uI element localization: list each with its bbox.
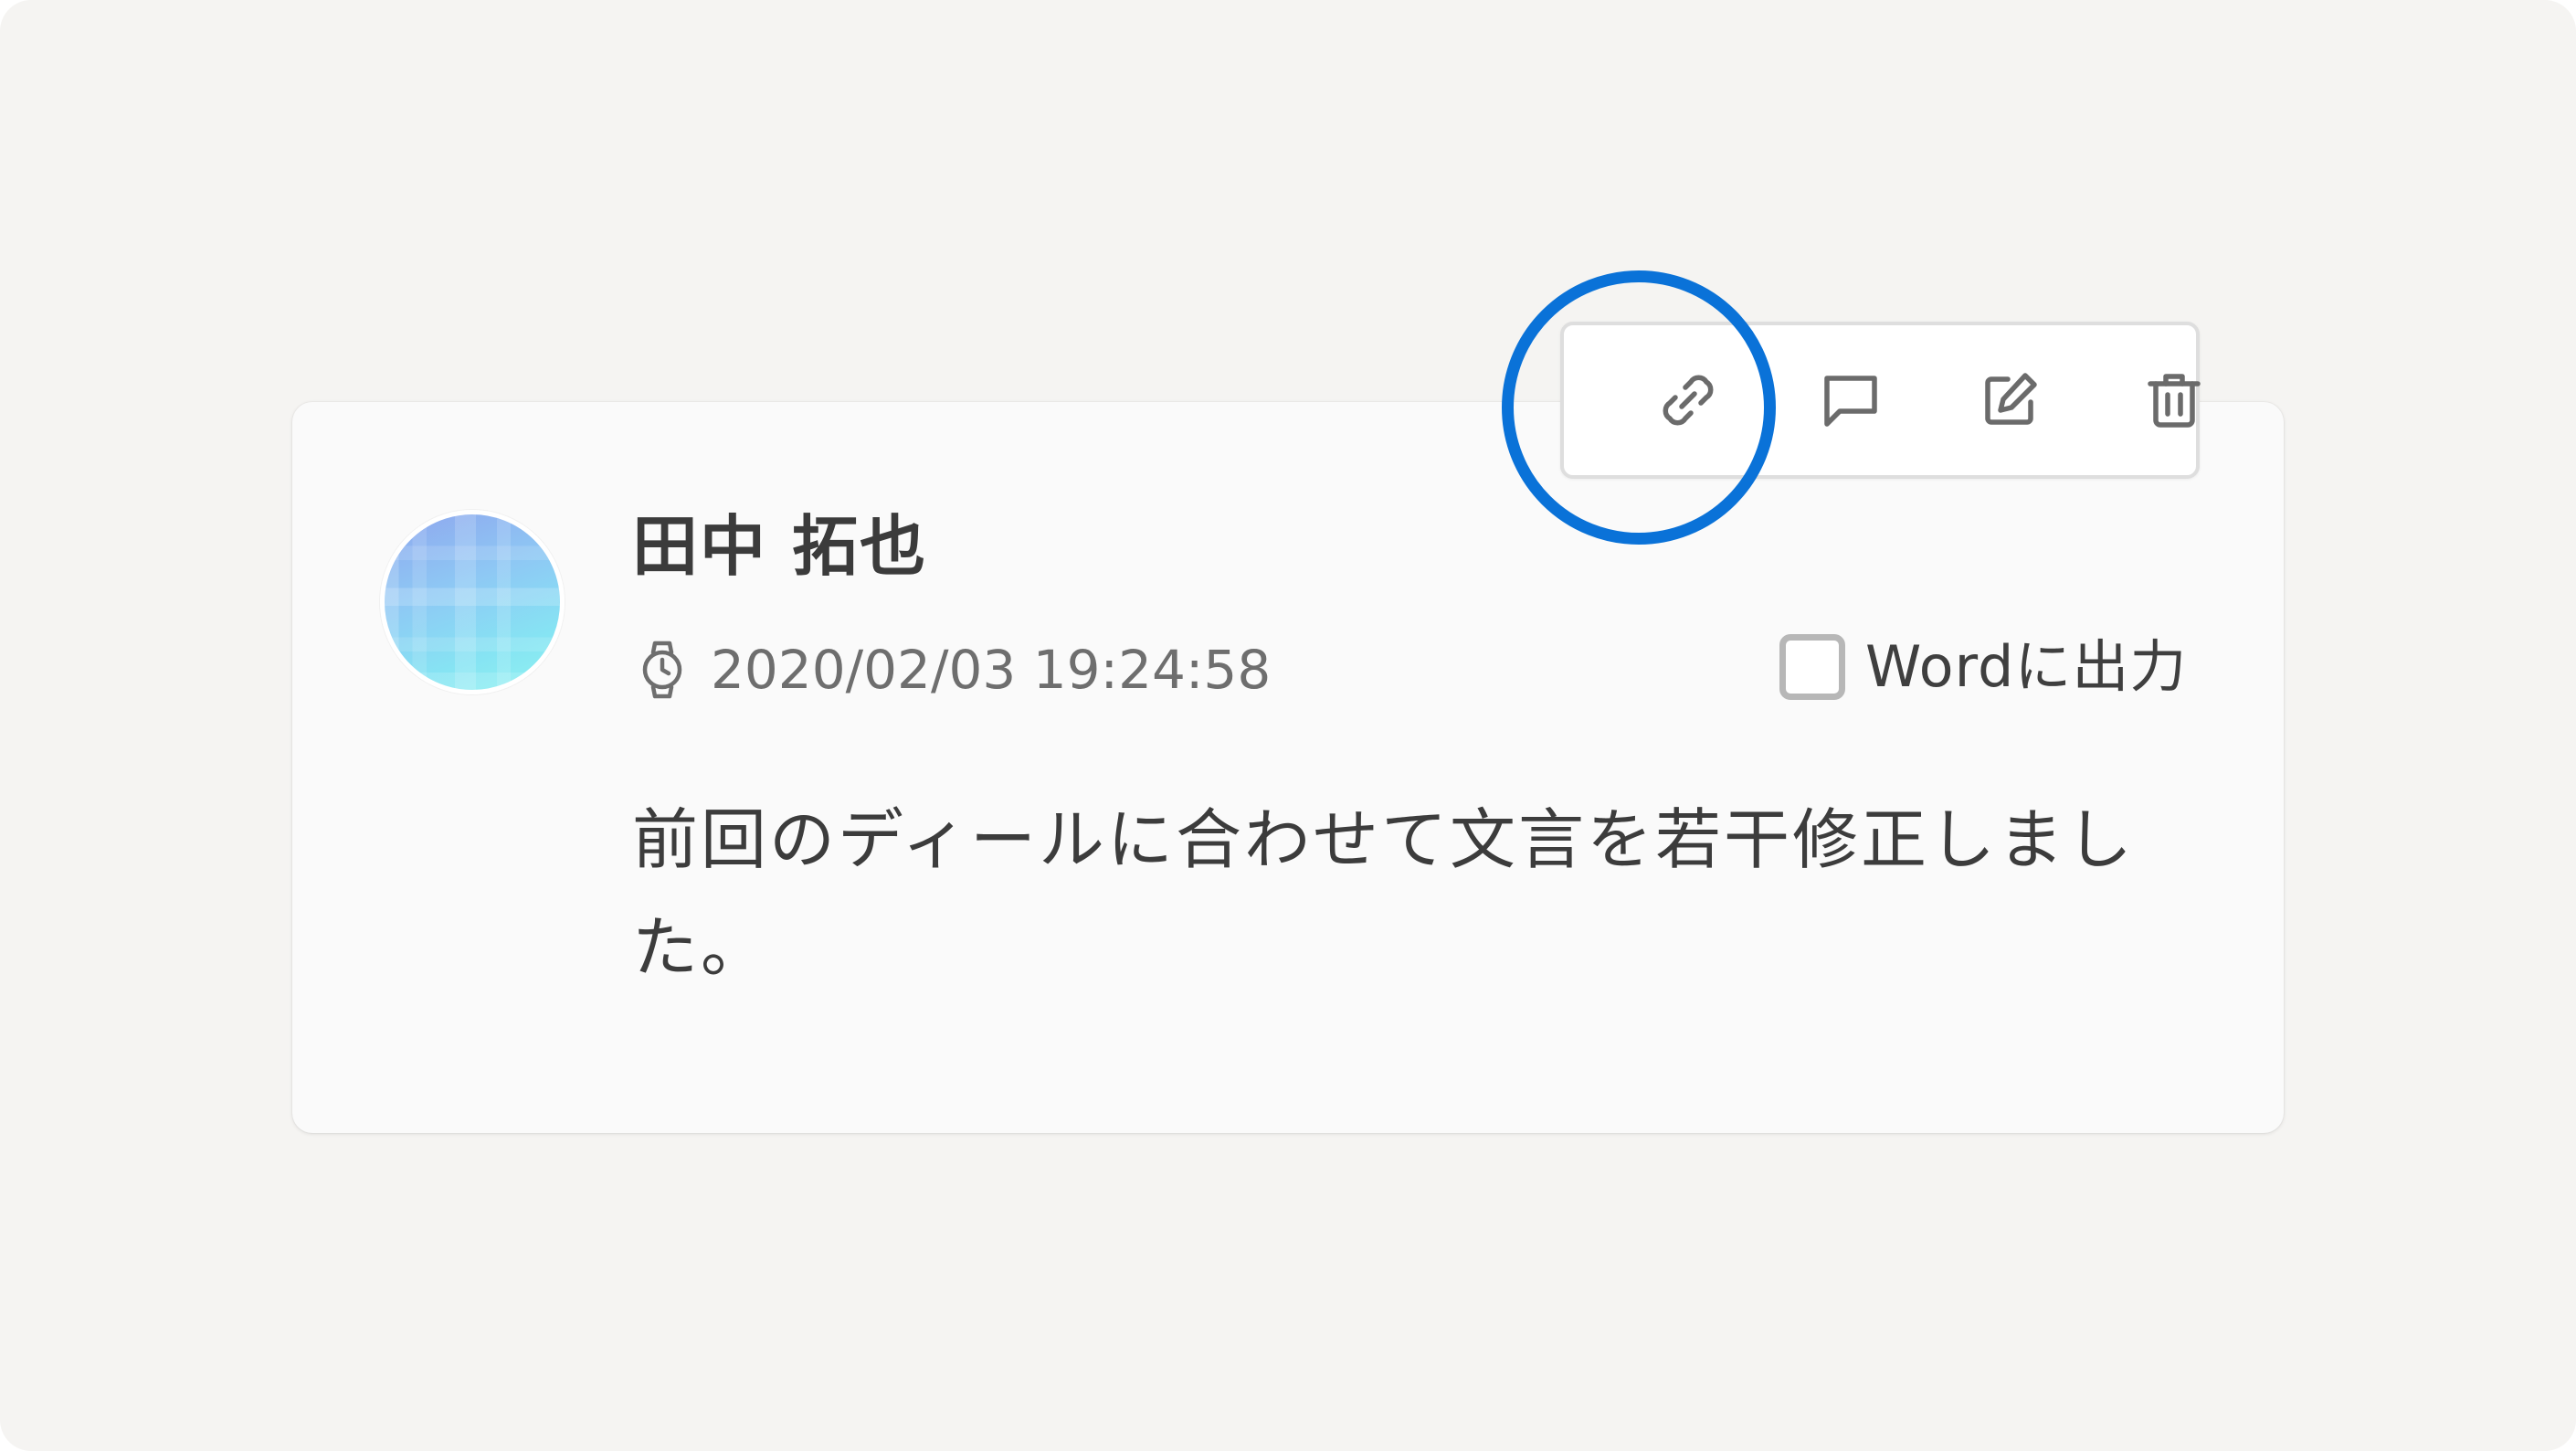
- comment-body: 前回のディールに合わせて文言を若干修正しました。: [632, 801, 2135, 986]
- watch-icon: [639, 640, 685, 700]
- link-icon: [1663, 375, 1714, 426]
- reply-icon: [1824, 376, 1877, 427]
- comment-card: 田中 拓也 2020/02/03 19:24:58 Wordに出力 前回のディー…: [292, 402, 2284, 1133]
- comment-action-toolbar: [1560, 322, 2201, 479]
- word-export-option[interactable]: Wordに出力: [1779, 634, 2187, 700]
- word-export-label[interactable]: Wordに出力: [1865, 639, 2187, 695]
- edit-icon: [1985, 373, 2037, 425]
- avatar: [380, 510, 565, 694]
- trash-icon: [2148, 374, 2201, 428]
- delete-button[interactable]: [2128, 355, 2220, 446]
- screen-background: 田中 拓也 2020/02/03 19:24:58 Wordに出力 前回のディー…: [0, 0, 2576, 1451]
- word-export-checkbox[interactable]: [1779, 634, 1845, 700]
- edit-button[interactable]: [1964, 355, 2055, 446]
- reply-button[interactable]: [1805, 355, 1896, 446]
- copy-link-button[interactable]: [1642, 355, 1734, 446]
- comment-timestamp: 2020/02/03 19:24:58: [639, 640, 1271, 700]
- timestamp-text: 2020/02/03 19:24:58: [711, 639, 1272, 701]
- author-name: 田中 拓也: [632, 508, 928, 585]
